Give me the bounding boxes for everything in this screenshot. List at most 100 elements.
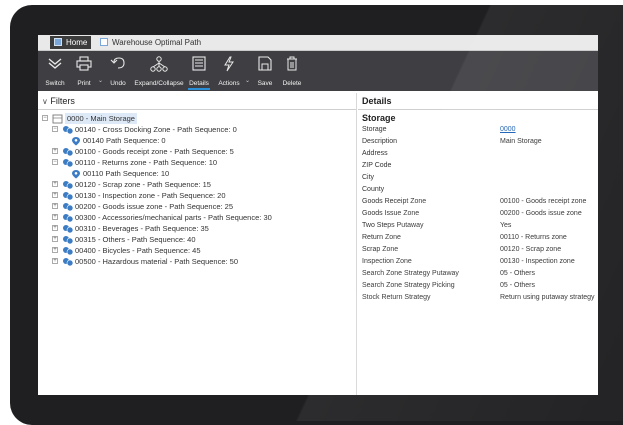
- tree-node-label: 00300 - Accessories/mechanical parts - P…: [75, 213, 272, 222]
- detail-value: 00110 - Returns zone: [500, 234, 567, 241]
- zone-icon: [63, 159, 74, 168]
- detail-key: Inspection Zone: [362, 258, 412, 265]
- detail-value: 00130 - Inspection zone: [500, 258, 575, 265]
- tree-node-label: 00315 - Others - Path Sequence: 40: [75, 235, 196, 244]
- expand-icon[interactable]: +: [52, 236, 58, 242]
- collapse-icon[interactable]: −: [42, 115, 48, 121]
- app-window: Home Warehouse Optimal Path Switch Print…: [38, 35, 598, 395]
- tree-node-label: 00110 - Returns zone - Path Sequence: 10: [75, 158, 218, 167]
- detail-row: Inspection Zone 00130 - Inspection zone: [358, 256, 598, 268]
- storage-link[interactable]: 0000: [500, 124, 516, 136]
- zone-icon: [63, 126, 74, 135]
- tree-node-label: 0000 - Main Storage: [65, 113, 137, 124]
- tab-warehouse-optimal-path[interactable]: Warehouse Optimal Path: [96, 36, 205, 49]
- details-label: Details: [189, 80, 209, 87]
- save-label: Save: [257, 80, 273, 87]
- actions-dropdown-icon[interactable]: ⌄: [245, 77, 250, 84]
- detail-key: Scrap Zone: [362, 246, 399, 253]
- home-icon: [54, 38, 62, 46]
- print-icon: [76, 56, 92, 71]
- trash-icon: [287, 56, 297, 71]
- location-pin-icon: [72, 137, 80, 146]
- detail-value: 00200 - Goods issue zone: [500, 210, 582, 217]
- zone-icon: [63, 148, 74, 157]
- detail-key: Search Zone Strategy Picking: [362, 282, 455, 289]
- expand-icon[interactable]: +: [52, 181, 58, 187]
- filters-chevron-icon: ∨: [42, 97, 48, 106]
- details-selected-indicator: [188, 88, 210, 90]
- switch-label: Switch: [45, 80, 65, 87]
- print-button[interactable]: Print: [72, 51, 96, 91]
- detail-row: Return Zone 00110 - Returns zone: [358, 232, 598, 244]
- tree-icon: [150, 56, 168, 72]
- detail-row: City: [358, 172, 598, 184]
- detail-row: Description Main Storage: [358, 136, 598, 148]
- tab-home[interactable]: Home: [50, 36, 92, 49]
- actions-label: Actions: [218, 80, 240, 87]
- detail-row: Goods Receipt Zone 00100 - Goods receipt …: [358, 196, 598, 208]
- details-button[interactable]: Details: [186, 51, 212, 91]
- detail-key: Goods Issue Zone: [362, 210, 420, 217]
- detail-row: Search Zone Strategy Picking 05 - Others: [358, 280, 598, 292]
- collapse-icon[interactable]: −: [52, 126, 58, 132]
- expand-collapse-button[interactable]: Expand/Collapse: [134, 51, 184, 91]
- details-icon: [192, 56, 206, 71]
- detail-row: Goods Issue Zone 00200 - Goods issue zone: [358, 208, 598, 220]
- detail-row: Two Steps Putaway Yes: [358, 220, 598, 232]
- save-icon: [258, 56, 272, 71]
- tab-strip: Home Warehouse Optimal Path: [38, 35, 598, 51]
- tree-node-label: 00500 - Hazardous material - Path Sequen…: [75, 257, 239, 266]
- detail-key: Return Zone: [362, 234, 401, 241]
- filters-header[interactable]: ∨ Filters: [38, 93, 356, 110]
- switch-button[interactable]: Switch: [42, 51, 68, 91]
- tree-node-label: 00130 - Inspection zone - Path Sequence:…: [75, 191, 226, 200]
- detail-key: Stock Return Strategy: [362, 294, 431, 301]
- print-dropdown-icon[interactable]: ⌄: [98, 77, 103, 84]
- detail-key: County: [362, 186, 385, 193]
- zone-icon: [63, 192, 74, 201]
- expand-icon[interactable]: +: [52, 258, 58, 264]
- switch-chevron-icon: [48, 58, 62, 69]
- detail-key: Search Zone Strategy Putaway: [362, 270, 459, 277]
- document-icon: [100, 38, 108, 46]
- tab-warehouse-label: Warehouse Optimal Path: [112, 38, 202, 47]
- expand-icon[interactable]: +: [52, 247, 58, 253]
- delete-button[interactable]: Delete: [278, 51, 306, 91]
- zone-icon: [63, 214, 74, 223]
- detail-value: Main Storage: [500, 138, 542, 145]
- lightning-icon: [224, 56, 234, 72]
- expand-icon[interactable]: +: [52, 148, 58, 154]
- detail-row: Scrap Zone 00120 - Scrap zone: [358, 244, 598, 256]
- print-label: Print: [77, 80, 91, 87]
- location-pin-icon: [72, 170, 80, 179]
- tree-node-label: 00100 - Goods receipt zone - Path Sequen…: [75, 147, 234, 156]
- tree-node-label: 00140 Path Sequence: 0: [83, 136, 166, 145]
- actions-button[interactable]: Actions: [214, 51, 244, 91]
- detail-row: ZIP Code: [358, 160, 598, 172]
- detail-value: 00120 - Scrap zone: [500, 246, 562, 253]
- expand-icon[interactable]: +: [52, 225, 58, 231]
- detail-key: Two Steps Putaway: [362, 222, 424, 229]
- detail-value: 00100 - Goods receipt zone: [500, 198, 587, 205]
- toolbar: Switch Print ⌄ Undo Expand/Collapse Deta…: [38, 51, 598, 91]
- zone-icon: [63, 225, 74, 234]
- expand-icon[interactable]: +: [52, 192, 58, 198]
- detail-value: Return using putaway strategy: [500, 294, 595, 301]
- detail-row: Storage 0000: [358, 124, 598, 136]
- save-button[interactable]: Save: [252, 51, 278, 91]
- zone-icon: [63, 247, 74, 256]
- delete-label: Delete: [282, 80, 302, 87]
- expand-icon[interactable]: +: [52, 203, 58, 209]
- detail-key: Goods Receipt Zone: [362, 198, 427, 205]
- detail-row: Search Zone Strategy Putaway 05 - Others: [358, 268, 598, 280]
- filters-panel: ∨ Filters − 0000 - Main Storage − 00140 - C…: [38, 93, 357, 395]
- detail-key: City: [362, 174, 375, 181]
- detail-value: 05 - Others: [500, 270, 536, 277]
- tree-node-label: 00110 Path Sequence: 10: [83, 169, 170, 178]
- expand-icon[interactable]: +: [52, 214, 58, 220]
- tree-node-label: 00200 - Goods issue zone - Path Sequence…: [75, 202, 234, 211]
- undo-button[interactable]: Undo: [106, 51, 130, 91]
- details-section-title: Storage: [362, 113, 396, 123]
- collapse-icon[interactable]: −: [52, 159, 58, 165]
- details-panel: Details Storage Storage 0000 Description Ma…: [358, 93, 598, 395]
